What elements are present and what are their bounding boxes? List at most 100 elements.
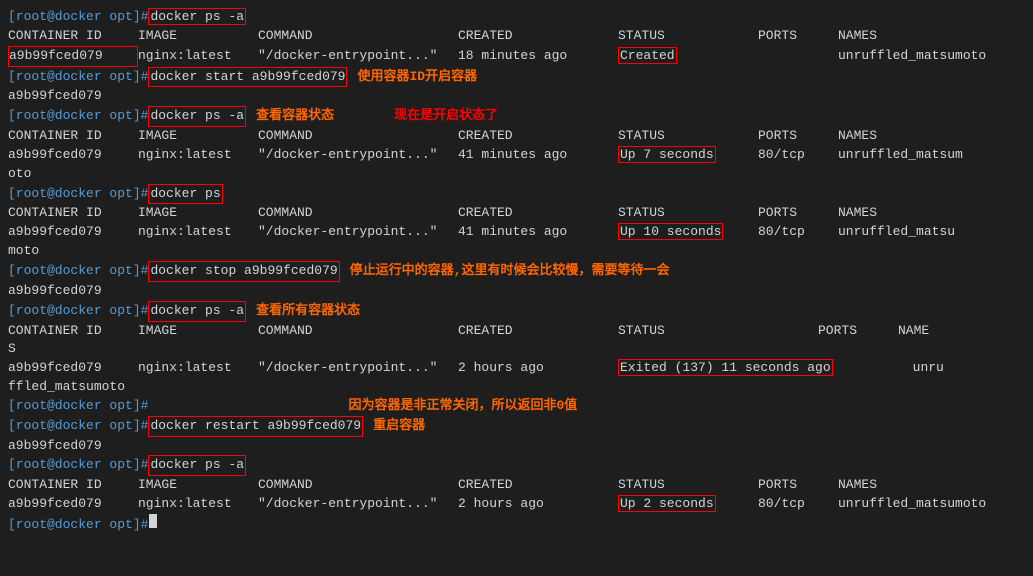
col-header-names: NAMES	[838, 27, 877, 46]
cmd-line-4: [root@docker opt]#docker ps	[8, 184, 1025, 205]
cmd-line-1: [root@docker opt]#docker ps -a	[8, 8, 1025, 27]
col-header-command: COMMAND	[258, 27, 458, 46]
comment-3: 查看容器状态	[256, 107, 334, 126]
cmd-highlight-6: docker ps -a	[148, 301, 246, 322]
names-4b: ffled_matsumoto	[8, 378, 125, 397]
cmd-highlight-3: docker ps -a	[148, 106, 246, 127]
names-3: unruffled_matsu	[838, 223, 955, 242]
col-h5-names: NAMES	[838, 476, 877, 495]
col-header-created: CREATED	[458, 27, 618, 46]
names-2b: oto	[8, 165, 31, 184]
status-4: Exited (137) 11 seconds ago	[618, 359, 833, 378]
col-h4-ports: PORTS	[818, 322, 898, 341]
col-h2-created: CREATED	[458, 127, 618, 146]
comment-7: 因为容器是非正常关闭，所以返回非0值	[348, 397, 577, 416]
container-id-2: a9b99fced079	[8, 146, 138, 165]
output-text-5: a9b99fced079	[8, 282, 102, 301]
col-header-container: CONTAINER ID	[8, 27, 138, 46]
cmd-line-2: [root@docker opt]#docker start a9b99fced…	[8, 67, 1025, 88]
col-h3-names: NAMES	[838, 204, 877, 223]
table-row-5: a9b99fced079nginx:latest"/docker-entrypo…	[8, 495, 1025, 514]
created-4: 2 hours ago	[458, 359, 618, 378]
table-row-1: a9b99fced079nginx:latest"/docker-entrypo…	[8, 46, 1025, 67]
table-row-2: a9b99fced079nginx:latest"/docker-entrypo…	[8, 146, 1025, 165]
comment-5: 停止运行中的容器,这里有时候会比较慢，需要等待一会	[350, 262, 670, 281]
prompt-7: [root@docker opt]#	[8, 397, 148, 416]
container-id-3: a9b99fced079	[8, 223, 138, 242]
cmd-highlight-9: docker ps -a	[148, 455, 246, 476]
col-header-image: IMAGE	[138, 27, 258, 46]
command-3: "/docker-entrypoint..."	[258, 223, 458, 242]
prompt-2: [root@docker opt]#	[8, 68, 148, 87]
col-h3-container: CONTAINER ID	[8, 204, 138, 223]
image-1: nginx:latest	[138, 47, 258, 66]
cmd-line-5: [root@docker opt]#docker stop a9b99fced0…	[8, 261, 1025, 282]
created-3: 41 minutes ago	[458, 223, 618, 242]
col-h5-ports: PORTS	[758, 476, 838, 495]
prompt-3: [root@docker opt]#	[8, 107, 148, 126]
col-h5-image: IMAGE	[138, 476, 258, 495]
names-5: unruffled_matsumoto	[838, 495, 986, 514]
prompt-6: [root@docker opt]#	[8, 302, 148, 321]
cmd-highlight-4: docker ps	[148, 184, 222, 205]
cmd-line-6: [root@docker opt]#docker ps -a查看所有容器状态	[8, 301, 1025, 322]
col-h4-command: COMMAND	[258, 322, 458, 341]
table-header-4: CONTAINER IDIMAGECOMMANDCREATEDSTATUSPOR…	[8, 322, 1025, 341]
prompt-4: [root@docker opt]#	[8, 185, 148, 204]
col-h3-image: IMAGE	[138, 204, 258, 223]
col-h3-status: STATUS	[618, 204, 758, 223]
col-h3-created: CREATED	[458, 204, 618, 223]
command-5: "/docker-entrypoint..."	[258, 495, 458, 514]
status-5: Up 2 seconds	[618, 495, 758, 514]
prompt-8: [root@docker opt]#	[8, 417, 148, 436]
prompt: [root@docker opt]#	[8, 8, 148, 27]
ports-2: 80/tcp	[758, 146, 838, 165]
status-box-3: Up 10 seconds	[618, 223, 723, 240]
cursor	[149, 514, 157, 528]
cmd-highlight-2: docker start a9b99fced079	[148, 67, 347, 88]
output-text-2: a9b99fced079	[8, 87, 102, 106]
cmd-highlight-5: docker stop a9b99fced079	[148, 261, 339, 282]
created-2: 41 minutes ago	[458, 146, 618, 165]
status-1: Created	[618, 47, 758, 66]
table-header-4b: S	[8, 340, 1025, 359]
status-box-4: Exited (137) 11 seconds ago	[618, 359, 833, 376]
image-2: nginx:latest	[138, 146, 258, 165]
table-row-2b: oto	[8, 165, 1025, 184]
table-header-1: CONTAINER IDIMAGECOMMANDCREATEDSTATUSPOR…	[8, 27, 1025, 46]
col-h4-status: STATUS	[618, 322, 818, 341]
prompt-9: [root@docker opt]#	[8, 456, 148, 475]
col-h5-status: STATUS	[618, 476, 758, 495]
cmd-line-3: [root@docker opt]#docker ps -a 查看容器状态 现在是开…	[8, 106, 1025, 127]
status-3: Up 10 seconds	[618, 223, 758, 242]
names-4: unru	[913, 359, 944, 378]
col-h5-container: CONTAINER ID	[8, 476, 138, 495]
comment-2: 使用容器ID开启容器	[357, 68, 477, 87]
created-1: 18 minutes ago	[458, 47, 618, 66]
col-h2-names: NAMES	[838, 127, 877, 146]
table-row-4: a9b99fced079nginx:latest"/docker-entrypo…	[8, 359, 1025, 378]
comment-3b: 现在是开启状态了	[394, 107, 498, 126]
col-h3-command: COMMAND	[258, 204, 458, 223]
prompt-final: [root@docker opt]#	[8, 516, 148, 535]
container-id-1: a9b99fced079	[8, 46, 138, 67]
status-box-2: Up 7 seconds	[618, 146, 716, 163]
table-row-3b: moto	[8, 242, 1025, 261]
cmd-highlight-8: docker restart a9b99fced079	[148, 416, 363, 437]
image-4: nginx:latest	[138, 359, 258, 378]
status-box-5: Up 2 seconds	[618, 495, 716, 512]
terminal: [root@docker opt]#docker ps -a CONTAINER…	[8, 8, 1025, 535]
command-1: "/docker-entrypoint..."	[258, 47, 458, 66]
col-h3-ports: PORTS	[758, 204, 838, 223]
final-prompt: [root@docker opt]#	[8, 514, 1025, 535]
comment-8: 重启容器	[373, 417, 425, 436]
cmd-line-7: [root@docker opt]# 因为容器是非正常关闭，所以返回非0值	[8, 397, 1025, 416]
names-2: unruffled_matsum	[838, 146, 963, 165]
col-h4-container: CONTAINER ID	[8, 322, 138, 341]
prompt-5: [root@docker opt]#	[8, 262, 148, 281]
col-h4-image: IMAGE	[138, 322, 258, 341]
col-h2-container: CONTAINER ID	[8, 127, 138, 146]
status-2: Up 7 seconds	[618, 146, 758, 165]
cmd-text: docker ps -a	[148, 8, 246, 27]
created-5: 2 hours ago	[458, 495, 618, 514]
